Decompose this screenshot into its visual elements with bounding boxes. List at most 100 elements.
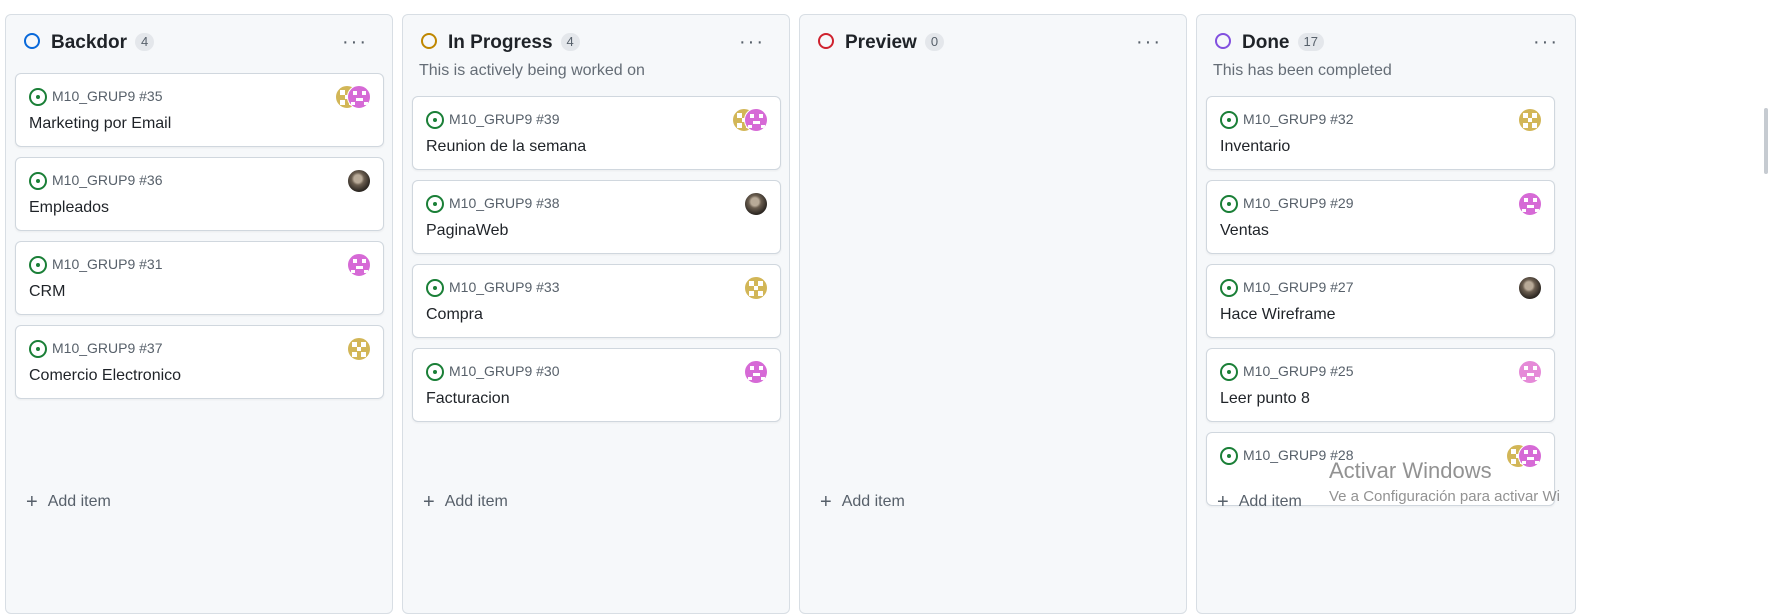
add-item-button[interactable]: + Add item	[820, 491, 905, 514]
issue-card[interactable]: M10_GRUP9 #36 Empleados	[15, 157, 384, 231]
card-list: M10_GRUP9 #32 Inventario M10_GRUP9 #29 Vent…	[1206, 96, 1555, 516]
issue-card[interactable]: M10_GRUP9 #32 Inventario	[1206, 96, 1555, 170]
issue-title[interactable]: Compra	[426, 306, 483, 324]
column-title: Done 17	[1242, 32, 1324, 54]
issue-open-icon	[1220, 363, 1238, 381]
issue-title[interactable]: Facturacion	[426, 390, 510, 408]
issue-reference[interactable]: M10_GRUP9 #32	[1243, 111, 1354, 127]
issue-title[interactable]: Marketing por Email	[29, 115, 171, 133]
issue-card[interactable]: M10_GRUP9 #33 Compra	[412, 264, 781, 338]
issue-title[interactable]: CRM	[29, 283, 65, 301]
column-header: Backdor 4 ···	[6, 15, 392, 69]
add-item-button[interactable]: + Add item	[1217, 491, 1302, 514]
avatar[interactable]	[1518, 108, 1542, 132]
status-circle-icon	[24, 33, 40, 49]
issue-reference[interactable]: M10_GRUP9 #35	[52, 88, 163, 104]
card-list: M10_GRUP9 #39 Reunion de la semana M10_GRU…	[412, 96, 781, 432]
issue-title[interactable]: PaginaWeb	[426, 222, 508, 240]
column-title: In Progress 4	[448, 32, 580, 54]
issue-title[interactable]: Leer punto 8	[1220, 390, 1310, 408]
column-title: Backdor 4	[51, 32, 155, 54]
column-header: Preview 0 ···	[800, 15, 1186, 69]
issue-reference[interactable]: M10_GRUP9 #27	[1243, 279, 1354, 295]
issue-title[interactable]: Inventario	[1220, 138, 1290, 156]
avatar[interactable]	[744, 108, 768, 132]
avatar[interactable]	[1518, 360, 1542, 384]
assignee-avatars	[744, 192, 768, 216]
avatar[interactable]	[744, 360, 768, 384]
status-circle-icon	[818, 33, 834, 49]
add-item-button[interactable]: + Add item	[26, 491, 111, 514]
assignee-avatars	[744, 360, 768, 384]
issue-title[interactable]: Hace Wireframe	[1220, 306, 1336, 324]
issue-card[interactable]: M10_GRUP9 #39 Reunion de la semana	[412, 96, 781, 170]
plus-icon: +	[423, 491, 435, 513]
project-board: Backdor 4 ··· M10_GRUP9 #35 Marketing por …	[0, 0, 1768, 614]
issue-open-icon	[29, 88, 47, 106]
issue-reference[interactable]: M10_GRUP9 #38	[449, 195, 560, 211]
column-preview: Preview 0 ··· + Add item	[799, 14, 1187, 614]
issue-open-icon	[1220, 279, 1238, 297]
column-menu-button[interactable]: ···	[1136, 32, 1162, 52]
issue-title[interactable]: Empleados	[29, 199, 109, 217]
avatar[interactable]	[744, 276, 768, 300]
status-circle-icon	[421, 33, 437, 49]
avatar[interactable]	[1518, 192, 1542, 216]
plus-icon: +	[26, 491, 38, 513]
assignee-avatars	[1518, 276, 1542, 300]
column-header: In Progress 4 ···	[403, 15, 789, 69]
assignee-avatars	[1506, 444, 1542, 468]
issue-reference[interactable]: M10_GRUP9 #30	[449, 363, 560, 379]
issue-reference[interactable]: M10_GRUP9 #36	[52, 172, 163, 188]
vertical-scrollbar[interactable]	[1764, 108, 1768, 174]
issue-reference[interactable]: M10_GRUP9 #37	[52, 340, 163, 356]
issue-title[interactable]: Comercio Electronico	[29, 367, 181, 385]
issue-card[interactable]: M10_GRUP9 #25 Leer punto 8	[1206, 348, 1555, 422]
issue-reference[interactable]: M10_GRUP9 #31	[52, 256, 163, 272]
assignee-avatars	[744, 276, 768, 300]
assignee-avatars	[347, 253, 371, 277]
issue-card[interactable]: M10_GRUP9 #35 Marketing por Email	[15, 73, 384, 147]
issue-card[interactable]: M10_GRUP9 #30 Facturacion	[412, 348, 781, 422]
avatar[interactable]	[1518, 276, 1542, 300]
column-menu-button[interactable]: ···	[1533, 32, 1559, 52]
item-count-badge: 17	[1297, 33, 1324, 51]
issue-reference[interactable]: M10_GRUP9 #33	[449, 279, 560, 295]
assignee-avatars	[1518, 360, 1542, 384]
assignee-avatars	[335, 85, 371, 109]
item-count-badge: 0	[924, 33, 945, 51]
avatar[interactable]	[347, 337, 371, 361]
column-menu-button[interactable]: ···	[342, 32, 368, 52]
avatar[interactable]	[347, 85, 371, 109]
issue-reference[interactable]: M10_GRUP9 #39	[449, 111, 560, 127]
issue-title[interactable]: Ventas	[1220, 222, 1269, 240]
issue-reference[interactable]: M10_GRUP9 #29	[1243, 195, 1354, 211]
avatar[interactable]	[347, 169, 371, 193]
item-count-badge: 4	[560, 33, 580, 51]
assignee-avatars	[732, 108, 768, 132]
column-menu-button[interactable]: ···	[739, 32, 765, 52]
column-backdor: Backdor 4 ··· M10_GRUP9 #35 Marketing por …	[5, 14, 393, 614]
issue-reference[interactable]: M10_GRUP9 #25	[1243, 363, 1354, 379]
column-header: Done 17 ···	[1197, 15, 1575, 69]
avatar[interactable]	[347, 253, 371, 277]
column-description: This has been completed	[1213, 62, 1392, 79]
add-item-button[interactable]: + Add item	[423, 491, 508, 514]
issue-card[interactable]: M10_GRUP9 #38 PaginaWeb	[412, 180, 781, 254]
issue-card[interactable]: M10_GRUP9 #31 CRM	[15, 241, 384, 315]
item-count-badge: 4	[135, 33, 155, 51]
avatar[interactable]	[744, 192, 768, 216]
issue-card[interactable]: M10_GRUP9 #27 Hace Wireframe	[1206, 264, 1555, 338]
issue-card[interactable]: M10_GRUP9 #29 Ventas	[1206, 180, 1555, 254]
issue-title[interactable]: Reunion de la semana	[426, 138, 586, 156]
assignee-avatars	[347, 337, 371, 361]
column-in-progress: In Progress 4 ··· This is actively being …	[402, 14, 790, 614]
issue-open-icon	[1220, 111, 1238, 129]
avatar[interactable]	[1518, 444, 1542, 468]
plus-icon: +	[820, 491, 832, 513]
status-circle-icon	[1215, 33, 1231, 49]
column-done: Done 17 ··· This has been completed M10_G…	[1196, 14, 1576, 614]
issue-card[interactable]: M10_GRUP9 #37 Comercio Electronico	[15, 325, 384, 399]
plus-icon: +	[1217, 491, 1229, 513]
issue-open-icon	[426, 195, 444, 213]
